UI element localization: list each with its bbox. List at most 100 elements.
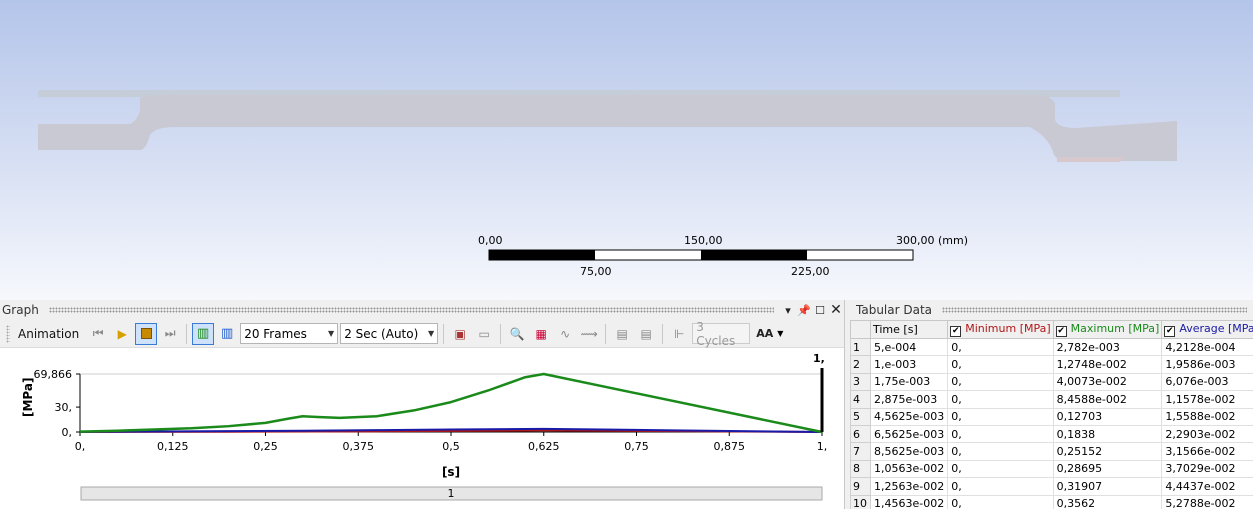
- average-cell: 1,1578e-002: [1161, 390, 1253, 409]
- model-body: [38, 94, 1177, 161]
- export-video-icon[interactable]: ▣: [449, 323, 471, 345]
- time-cell: 4,5625e-003: [869, 407, 949, 426]
- table-row[interactable]: 4 2,875e-003 0, 8,4588e-002 1,1578e-002: [850, 390, 1253, 409]
- maximum-cell: 0,25152: [1052, 442, 1163, 461]
- maximum-cell: 0,3562: [1052, 494, 1163, 509]
- graph-panel-header: Graph ▾ 📌 ☐ ✕: [0, 300, 844, 320]
- chevron-down-icon[interactable]: ▼: [777, 329, 783, 338]
- checkbox-icon[interactable]: ✔: [1164, 326, 1176, 337]
- table-header-row: Time [s] ✔ Minimum [MPa] ✔ Maximum [MPa] ✔…: [850, 320, 1253, 339]
- table-row[interactable]: 6 6,5625e-003 0, 0,1838 2,2903e-002: [850, 424, 1253, 444]
- color-grid-icon[interactable]: ▦: [530, 323, 552, 345]
- panel-grip: [942, 307, 1247, 313]
- x-tick-label: 0,25: [253, 440, 278, 453]
- minimum-cell: 0,: [947, 407, 1054, 426]
- result-frames-icon[interactable]: ▥: [216, 323, 238, 345]
- zoom-icon[interactable]: 🔍: [506, 323, 528, 345]
- maximum-cell: 0,28695: [1052, 459, 1163, 479]
- row-index-cell: 4: [850, 390, 871, 409]
- keep-icon[interactable]: ▭: [473, 323, 495, 345]
- x-axis-label: [s]: [442, 465, 460, 479]
- series-line-maximum: [79, 372, 823, 434]
- scale-label-0: 0,00: [478, 234, 503, 247]
- time-column-header[interactable]: Time [s]: [869, 320, 949, 339]
- average-cell: 1,9586e-003: [1161, 355, 1253, 374]
- play-icon[interactable]: ▶: [111, 323, 133, 345]
- minimum-cell: 0,: [947, 372, 1054, 392]
- animation-label: Animation: [18, 326, 80, 341]
- table-row[interactable]: 7 8,5625e-003 0, 0,25152 3,1566e-002: [850, 442, 1253, 461]
- toolbar-separator: [500, 323, 502, 344]
- minimum-header-label: Minimum [MPa]: [965, 322, 1051, 335]
- time-cell: 2,875e-003: [869, 390, 949, 409]
- cycles-icon[interactable]: ⊩: [668, 323, 690, 345]
- checkbox-icon[interactable]: ✔: [950, 326, 962, 337]
- duration-value: 2 Sec (Auto): [344, 326, 419, 341]
- model-viewport[interactable]: 0,00 150,00 300,00 (mm) 75,00 225,00: [0, 0, 1253, 300]
- scale-label-225: 225,00: [791, 265, 830, 278]
- minimum-column-header[interactable]: ✔ Minimum [MPa]: [947, 320, 1054, 339]
- table-row[interactable]: 10 1,4563e-002 0, 0,3562 5,2788e-002: [850, 494, 1253, 509]
- average-cell: 6,076e-003: [1161, 372, 1253, 392]
- row-index-cell: 10: [850, 494, 871, 509]
- table-row[interactable]: 3 1,75e-003 0, 4,0073e-002 6,076e-003: [850, 372, 1253, 392]
- grid-options-2-icon[interactable]: ▤: [635, 323, 657, 345]
- scale-label-150: 150,00: [684, 234, 723, 247]
- maximize-icon[interactable]: ☐: [812, 302, 828, 318]
- checkbox-icon[interactable]: ✔: [1055, 326, 1067, 337]
- table-row[interactable]: 8 1,0563e-002 0, 0,28695 3,7029e-002: [850, 459, 1253, 479]
- distributed-frames-icon[interactable]: ▥: [192, 322, 215, 345]
- table-row[interactable]: 2 1,e-003 0, 1,2748e-002 1,9586e-003: [850, 355, 1253, 374]
- minimum-cell: 0,: [947, 459, 1054, 479]
- dropdown-icon[interactable]: ▾: [780, 302, 796, 318]
- tabular-data-table[interactable]: Time [s] ✔ Minimum [MPa] ✔ Maximum [MPa] ✔…: [850, 320, 1253, 509]
- row-index-cell: 8: [850, 459, 871, 479]
- table-row[interactable]: 1 5,e-004 0, 2,782e-003 4,2128e-004: [850, 337, 1253, 357]
- row-index-cell: 9: [850, 477, 871, 496]
- toolbar-separator: [662, 323, 664, 344]
- duration-select[interactable]: 2 Sec (Auto) ▼: [340, 323, 439, 344]
- row-index-cell: 6: [850, 424, 871, 444]
- animation-toolbar: Animation ⏮ ▶ ⏭ ▥ ▥ 20 Frames ▼ 2 Sec (A…: [0, 320, 844, 348]
- time-cell: 5,e-004: [869, 337, 949, 357]
- result-chart[interactable]: 0, 0,125 0,25 0,375 0,5 0,625 0,75 0,875 1, 0, 30,…: [0, 348, 845, 509]
- tabular-data-panel: Tabular Data Time [s] ✔ Minimum [MPa] ✔ Ma…: [846, 300, 1253, 509]
- probe-icon[interactable]: ⟿: [578, 323, 600, 345]
- minimum-cell: 0,: [947, 442, 1054, 461]
- x-tick-label: 1,: [817, 440, 828, 453]
- time-cell: 1,75e-003: [869, 372, 949, 392]
- row-index-cell: 2: [850, 355, 871, 374]
- time-cell: 6,5625e-003: [869, 424, 949, 444]
- pin-icon[interactable]: 📌: [796, 302, 812, 318]
- y-axis-label: [MPa]: [21, 378, 35, 417]
- stop-icon[interactable]: [135, 322, 158, 345]
- table-row[interactable]: 9 1,2563e-002 0, 0,31907 4,4437e-002: [850, 477, 1253, 496]
- average-cell: 4,4437e-002: [1161, 477, 1253, 496]
- cycles-field[interactable]: 3 Cycles: [692, 320, 751, 348]
- maximum-column-header[interactable]: ✔ Maximum [MPa]: [1052, 320, 1163, 339]
- chevron-down-icon: ▼: [428, 329, 435, 338]
- last-frame-icon[interactable]: ⏭: [159, 323, 181, 345]
- minimum-cell: 0,: [947, 390, 1054, 409]
- graph-panel: Graph ▾ 📌 ☐ ✕ Animation ⏮ ▶ ⏭ ▥ ▥ 20 Fra…: [0, 300, 845, 509]
- frames-select[interactable]: 20 Frames ▼: [240, 323, 339, 344]
- frames-value: 20 Frames: [244, 326, 307, 341]
- maximum-cell: 4,0073e-002: [1052, 372, 1163, 392]
- toolbar-separator: [186, 323, 188, 344]
- average-column-header[interactable]: ✔ Average [MPa]: [1161, 320, 1253, 339]
- close-icon[interactable]: ✕: [828, 302, 844, 318]
- x-tick-label: 0,375: [343, 440, 375, 453]
- model-end-tab: [1057, 157, 1125, 162]
- time-marker-label: 1,: [813, 352, 825, 365]
- antialias-button[interactable]: AA: [756, 327, 773, 340]
- grid-options-icon[interactable]: ▤: [611, 323, 633, 345]
- table-row[interactable]: 5 4,5625e-003 0, 0,12703 1,5588e-002: [850, 407, 1253, 426]
- curve-icon[interactable]: ∿: [554, 323, 576, 345]
- tabular-panel-title: Tabular Data: [856, 303, 933, 317]
- first-frame-icon[interactable]: ⏮: [87, 323, 109, 345]
- time-cell: 8,5625e-003: [869, 442, 949, 461]
- time-cell: 1,2563e-002: [869, 477, 949, 496]
- minimum-cell: 0,: [947, 424, 1054, 444]
- average-cell: 4,2128e-004: [1161, 337, 1253, 357]
- x-tick-label: 0,: [75, 440, 86, 453]
